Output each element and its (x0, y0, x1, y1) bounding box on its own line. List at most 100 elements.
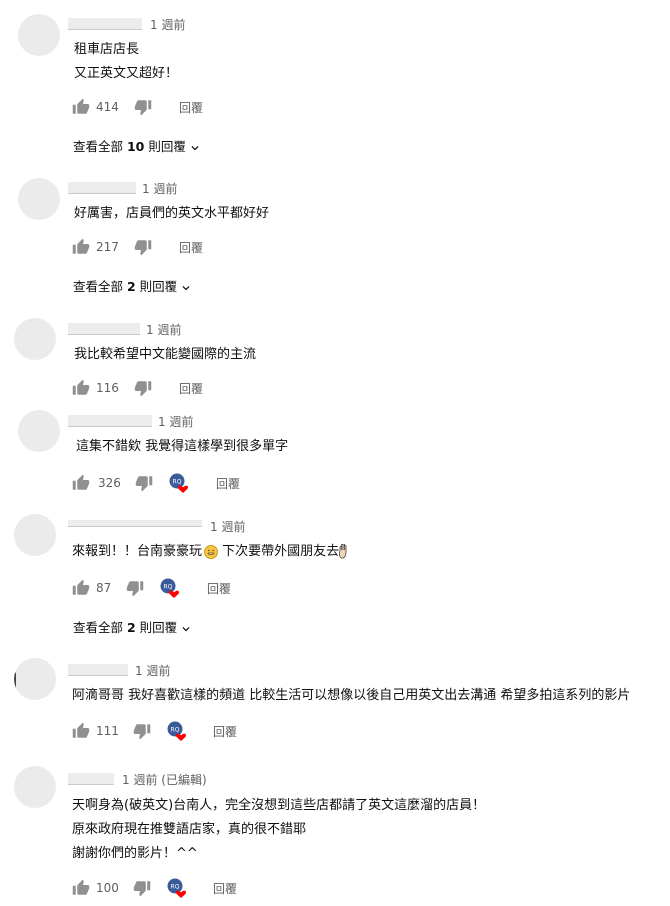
reply-button[interactable]: 回覆 (213, 880, 237, 897)
reply-button[interactable]: 回覆 (207, 580, 231, 597)
thumbs-down-icon[interactable] (134, 98, 152, 116)
creator-heart-icon: RQ (167, 721, 187, 741)
comment-line: 謝謝你們的影片！^^ (72, 846, 198, 861)
view-replies-suffix: 則回覆 (144, 139, 186, 154)
chevron-down-icon (188, 141, 202, 155)
avatar[interactable] (18, 14, 60, 56)
comment-text: 好厲害，店員們的英文水平都好好 (74, 202, 269, 226)
view-replies-suffix: 則回覆 (135, 279, 178, 294)
reply-button[interactable]: 回覆 (216, 475, 240, 492)
comment-actions: 87 RQ 回覆 (72, 578, 292, 599)
avatar[interactable] (14, 766, 56, 808)
like-count: 111 (96, 724, 119, 738)
view-replies-button[interactable]: 查看全部 10 則回覆 (73, 136, 202, 155)
comment-line: 又正英文又超好！ (74, 66, 179, 81)
comment-line: 來報到！！台南豪豪玩 下次要帶外國朋友去 (72, 540, 349, 564)
comment-line: 原來政府現在推雙語店家，真的很不錯耶 (72, 822, 307, 837)
reply-button[interactable]: 回覆 (179, 380, 203, 397)
comment-text: 天啊身為(破英文)台南人，完全沒想到這些店都請了英文這麼溜的店員！ 原來政府現在… (72, 794, 485, 866)
thumbs-up-icon[interactable] (72, 879, 90, 897)
comment-text: 阿滴哥哥 我好喜歡這樣的頻道 比較生活可以想像以後自己用英文出去溝通 希望多拍這… (72, 684, 630, 708)
comment-timestamp[interactable]: 1 週前 (158, 415, 193, 429)
thumbs-up-icon[interactable] (72, 238, 90, 256)
comment-timestamp[interactable]: 1 週前 (已編輯) (122, 773, 207, 787)
view-replies-suffix: 則回覆 (135, 620, 178, 635)
comment-text: 來報到！！台南豪豪玩 下次要帶外國朋友去 (72, 540, 349, 564)
reply-button[interactable]: 回覆 (179, 239, 203, 256)
comment-actions: 116 回覆 (72, 379, 272, 399)
author-name-redacted[interactable] (68, 664, 128, 676)
comment-timestamp[interactable]: 1 週前 (146, 323, 181, 337)
svg-text:RQ: RQ (173, 479, 182, 486)
chevron-down-icon (179, 622, 193, 636)
like-count: 87 (96, 581, 112, 595)
author-name-redacted[interactable] (68, 323, 140, 335)
svg-text:RQ: RQ (164, 584, 173, 591)
like-count: 116 (96, 381, 119, 395)
svg-text:RQ: RQ (171, 727, 180, 734)
avatar[interactable] (18, 178, 60, 220)
comment-line-part: 下次要帶外國朋友去 (218, 544, 340, 559)
view-replies-button[interactable]: 查看全部 2 則回覆 (73, 276, 193, 295)
author-name-redacted[interactable] (68, 415, 152, 427)
avatar[interactable] (18, 410, 60, 452)
comment-line: 阿滴哥哥 我好喜歡這樣的頻道 比較生活可以想像以後自己用英文出去溝通 希望多拍這… (72, 688, 631, 703)
thumbs-up-icon[interactable] (72, 379, 90, 397)
grinning-face-emoji (204, 544, 219, 559)
thumbs-down-icon[interactable] (126, 579, 144, 597)
thumbs-down-icon[interactable] (133, 879, 151, 897)
author-name-redacted[interactable] (68, 182, 136, 194)
thumbs-up-icon[interactable] (72, 722, 90, 740)
reply-button[interactable]: 回覆 (213, 723, 237, 740)
comment-actions: 100 RQ 回覆 (72, 878, 292, 899)
creator-heart-icon: RQ (169, 473, 189, 493)
svg-text:RQ: RQ (171, 884, 180, 891)
comment-timestamp[interactable]: 1 週前 (135, 664, 170, 678)
avatar[interactable] (14, 514, 56, 556)
comment-line: 好厲害，店員們的英文水平都好好 (74, 206, 270, 221)
comment-actions: 111 RQ 回覆 (72, 721, 292, 742)
thumbs-down-icon[interactable] (134, 238, 152, 256)
comment-actions: 414 回覆 (72, 98, 272, 118)
view-replies-prefix: 查看全部 (73, 279, 127, 294)
thumbs-up-icon[interactable] (72, 579, 90, 597)
reply-count: 2 (126, 620, 136, 635)
author-name-redacted[interactable] (68, 18, 142, 30)
comment-line: 我比較希望中文能變國際的主流 (74, 347, 257, 362)
raised-hand-emoji (339, 544, 347, 559)
comment-line: 租車店店長 (74, 42, 140, 57)
comment-actions: 326 RQ 回覆 (72, 473, 292, 494)
creator-heart-icon: RQ (167, 878, 187, 898)
thumbs-down-icon[interactable] (133, 722, 151, 740)
reply-button[interactable]: 回覆 (179, 99, 203, 116)
thumbs-down-icon[interactable] (134, 379, 152, 397)
reply-count: 10 (126, 139, 145, 154)
comment-line: 天啊身為(破英文)台南人，完全沒想到這些店都請了英文這麼溜的店員！ (72, 798, 486, 813)
creator-heart-icon: RQ (160, 578, 180, 598)
reply-count: 2 (126, 279, 136, 294)
comment-text: 這集不錯欸 我覺得這樣學到很多單字 (76, 435, 288, 459)
avatar[interactable] (14, 318, 56, 360)
like-count: 100 (96, 881, 119, 895)
comment-actions: 217 回覆 (72, 238, 272, 258)
view-replies-prefix: 查看全部 (73, 620, 127, 635)
thumbs-down-icon[interactable] (135, 474, 153, 492)
chevron-down-icon (179, 281, 193, 295)
comment-text: 我比較希望中文能變國際的主流 (74, 343, 256, 367)
view-replies-prefix: 查看全部 (73, 139, 127, 154)
comment-timestamp[interactable]: 1 週前 (150, 18, 185, 32)
comment-line: 這集不錯欸 我覺得這樣學到很多單字 (76, 439, 289, 454)
like-count: 326 (98, 476, 121, 490)
comment-timestamp[interactable]: 1 週前 (210, 520, 245, 534)
like-count: 414 (96, 100, 119, 114)
author-name-redacted[interactable] (68, 520, 202, 527)
comment-line-part: 來報到！！台南豪豪玩 (72, 544, 203, 559)
thumbs-up-icon[interactable] (72, 98, 90, 116)
author-name-redacted[interactable] (68, 773, 114, 785)
like-count: 217 (96, 240, 119, 254)
view-replies-button[interactable]: 查看全部 2 則回覆 (73, 617, 193, 636)
comment-timestamp[interactable]: 1 週前 (142, 182, 177, 196)
thumbs-up-icon[interactable] (72, 474, 90, 492)
comment-text: 租車店店長 又正英文又超好！ (74, 38, 178, 86)
avatar[interactable] (14, 658, 56, 700)
